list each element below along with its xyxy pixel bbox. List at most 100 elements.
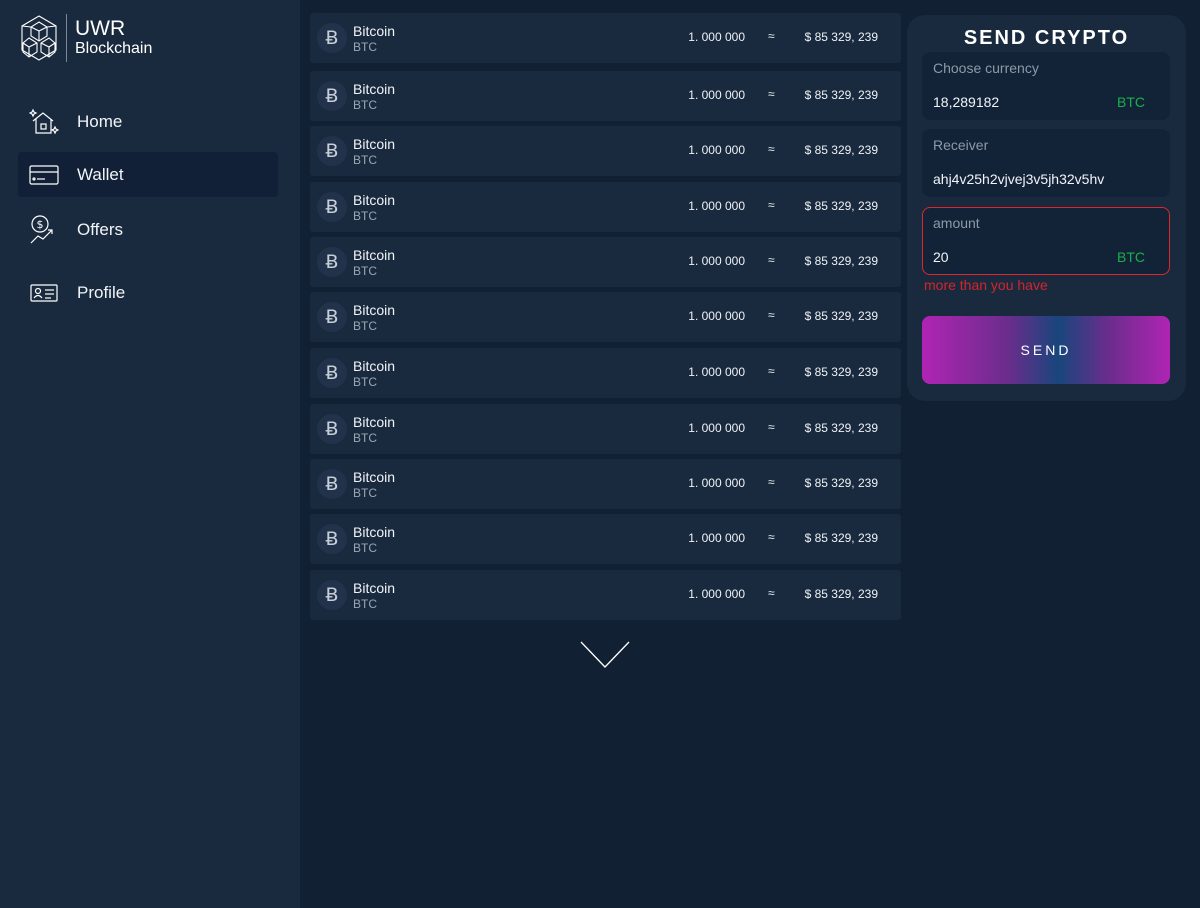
coin-row[interactable]: Ƀ Bitcoin BTC 1. 000 000 ≈ $ 85 329, 239: [310, 237, 901, 287]
coin-amount: 1. 000 000: [688, 365, 745, 379]
bitcoin-icon: Ƀ: [317, 358, 347, 388]
coin-amount: 1. 000 000: [688, 587, 745, 601]
coin-row[interactable]: Ƀ Bitcoin BTC 1. 000 000 ≈ $ 85 329, 239: [310, 348, 901, 398]
coin-name: Bitcoin: [353, 192, 396, 208]
wallet-card-icon: [28, 159, 60, 191]
bitcoin-icon: Ƀ: [317, 136, 347, 166]
chevron-down-icon[interactable]: [580, 640, 630, 670]
send-button[interactable]: SEND: [922, 316, 1170, 384]
coin-usd-value: $ 85 329, 239: [804, 254, 878, 268]
coin-symbol: BTC: [353, 98, 377, 112]
send-panel-title: SEND CRYPTO: [963, 27, 1130, 49]
bitcoin-icon: Ƀ: [317, 469, 347, 499]
coin-symbol: BTC: [353, 153, 377, 167]
logo-divider: [66, 14, 67, 62]
coin-name: Bitcoin: [353, 247, 396, 263]
coin-row[interactable]: Ƀ Bitcoin BTC 1. 000 000 ≈ $ 85 329, 239: [310, 514, 901, 564]
bitcoin-icon: Ƀ: [317, 302, 347, 332]
approx-icon: ≈: [768, 586, 775, 600]
bitcoin-icon: Ƀ: [317, 414, 347, 444]
coin-amount: 1. 000 000: [688, 531, 745, 545]
brand-name: UWR Blockchain: [75, 18, 152, 58]
approx-icon: ≈: [768, 253, 775, 267]
coin-row[interactable]: Ƀ Bitcoin BTC 1. 000 000 ≈ $ 85 329, 239: [310, 292, 901, 342]
brand-line2: Blockchain: [75, 40, 153, 57]
approx-icon: ≈: [768, 142, 775, 156]
coin-usd-value: $ 85 329, 239: [804, 365, 878, 379]
svg-text:$: $: [37, 218, 44, 231]
coin-amount: 1. 000 000: [688, 199, 745, 213]
coin-name: Bitcoin: [353, 580, 396, 596]
coin-amount: 1. 000 000: [688, 421, 745, 435]
coin-row[interactable]: Ƀ Bitcoin BTC 1. 000 000 ≈ $ 85 329, 239: [310, 71, 901, 121]
approx-icon: ≈: [768, 475, 775, 489]
bitcoin-icon: Ƀ: [317, 192, 347, 222]
amount-field[interactable]: amount 20 BTC: [922, 207, 1170, 275]
coin-symbol: BTC: [353, 486, 377, 500]
bitcoin-icon: Ƀ: [317, 81, 347, 111]
nav-label-wallet: Wallet: [77, 164, 124, 184]
currency-label: Choose currency: [933, 60, 1039, 76]
blockchain-logo-icon: [21, 15, 57, 61]
sidebar: UWR Blockchain Home Wallet $ Offers Prof…: [0, 0, 300, 908]
coin-usd-value: $ 85 329, 239: [804, 531, 878, 545]
nav-item-profile[interactable]: Profile: [18, 270, 278, 315]
amount-error-message: more than you have: [924, 277, 1048, 293]
nav-item-offers[interactable]: $ Offers: [18, 207, 278, 252]
approx-icon: ≈: [768, 420, 775, 434]
receiver-label: Receiver: [933, 137, 989, 153]
coin-amount: 1. 000 000: [688, 143, 745, 157]
coin-row[interactable]: Ƀ Bitcoin BTC 1. 000 000 ≈ $ 85 329, 239: [310, 126, 901, 176]
coin-amount: 1. 000 000: [688, 309, 745, 323]
approx-icon: ≈: [768, 530, 775, 544]
coin-name: Bitcoin: [353, 414, 396, 430]
approx-icon: ≈: [768, 87, 775, 101]
coin-row[interactable]: Ƀ Bitcoin BTC 1. 000 000 ≈ $ 85 329, 239: [310, 182, 901, 232]
coin-name: Bitcoin: [353, 469, 396, 485]
coin-usd-value: $ 85 329, 239: [804, 88, 878, 102]
nav-item-wallet[interactable]: Wallet: [18, 152, 278, 197]
coin-amount: 1. 000 000: [688, 88, 745, 102]
coin-row[interactable]: Ƀ Bitcoin BTC 1. 000 000 ≈ $ 85 329, 239: [310, 570, 901, 620]
amount-unit: BTC: [1117, 249, 1145, 265]
coin-symbol: BTC: [353, 431, 377, 445]
nav-label-offers: Offers: [77, 219, 123, 239]
coin-usd-value: $ 85 329, 239: [804, 30, 878, 44]
coin-amount: 1. 000 000: [688, 30, 745, 44]
dollar-trend-icon: $: [28, 214, 60, 246]
amount-value: 20: [933, 249, 949, 265]
bitcoin-icon: Ƀ: [317, 247, 347, 277]
coin-usd-value: $ 85 329, 239: [804, 587, 878, 601]
receiver-field[interactable]: Receiver ahj4v25h2vjvej3v5jh32v5hv: [922, 129, 1170, 197]
coin-symbol: BTC: [353, 264, 377, 278]
currency-select[interactable]: Choose currency 18,289182 BTC: [922, 52, 1170, 120]
brand-line1: UWR: [75, 17, 126, 40]
coin-row[interactable]: Ƀ Bitcoin BTC 1. 000 000 ≈ $ 85 329, 239: [310, 459, 901, 509]
nav-label-home: Home: [77, 111, 123, 131]
coin-symbol: BTC: [353, 541, 377, 555]
home-icon: [28, 106, 60, 138]
coin-symbol: BTC: [353, 597, 377, 611]
receiver-address: ahj4v25h2vjvej3v5jh32v5hv: [933, 171, 1105, 187]
coin-amount: 1. 000 000: [688, 254, 745, 268]
bitcoin-icon: Ƀ: [317, 524, 347, 554]
coin-amount: 1. 000 000: [688, 476, 745, 490]
brand-logo[interactable]: UWR Blockchain: [18, 14, 152, 62]
coin-name: Bitcoin: [353, 524, 396, 540]
coin-name: Bitcoin: [353, 358, 396, 374]
currency-unit: BTC: [1117, 94, 1145, 110]
approx-icon: ≈: [768, 308, 775, 322]
coin-name: Bitcoin: [353, 302, 396, 318]
coin-name: Bitcoin: [353, 81, 396, 97]
coin-symbol: BTC: [353, 40, 377, 54]
id-card-icon: [28, 277, 60, 309]
coin-row[interactable]: Ƀ Bitcoin BTC 1. 000 000 ≈ $ 85 329, 239: [310, 13, 901, 63]
coin-symbol: BTC: [353, 375, 377, 389]
coin-usd-value: $ 85 329, 239: [804, 143, 878, 157]
coin-usd-value: $ 85 329, 239: [804, 199, 878, 213]
bitcoin-icon: Ƀ: [317, 23, 347, 53]
amount-label: amount: [933, 215, 980, 231]
nav-item-home[interactable]: Home: [18, 99, 278, 144]
coin-row[interactable]: Ƀ Bitcoin BTC 1. 000 000 ≈ $ 85 329, 239: [310, 404, 901, 454]
approx-icon: ≈: [768, 29, 775, 43]
